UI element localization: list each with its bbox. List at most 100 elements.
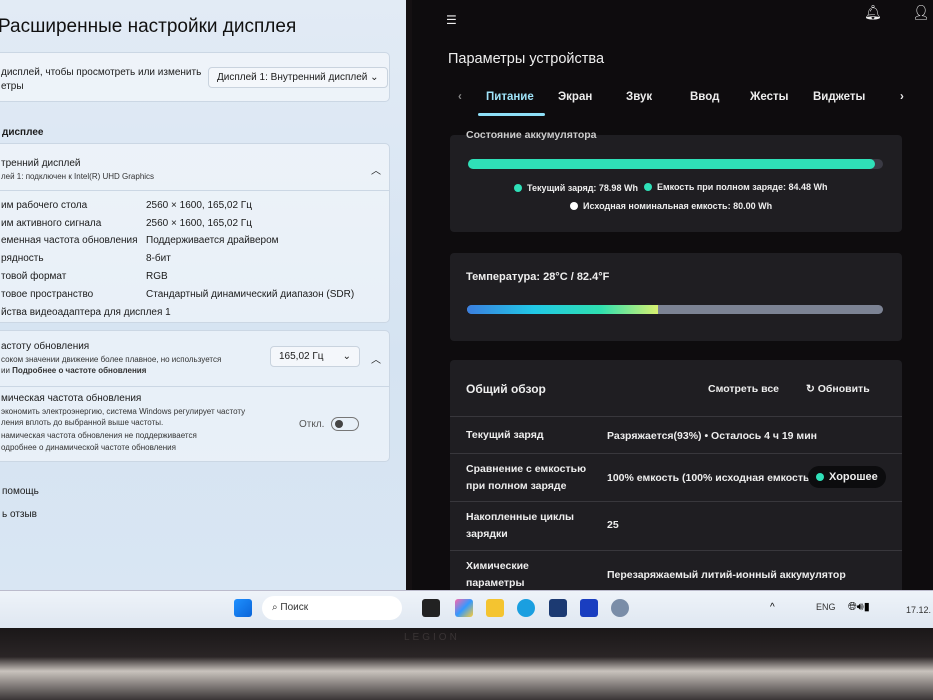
row-key: Текущий заряд — [466, 429, 544, 441]
start-icon[interactable] — [234, 599, 252, 617]
row-key: Сравнение с емкостью при полном заряде — [466, 463, 587, 492]
app-icon[interactable] — [422, 599, 440, 617]
display-dropdown-value: Дисплей 1: Внутренний дисплей — [217, 72, 368, 83]
property-value: 2560 × 1600, 165,02 Гц — [146, 217, 252, 229]
legend-design-capacity: Исходная номинальная емкость: 80.00 Wh — [570, 201, 772, 211]
table-row: Сравнение с емкостью при полном заряде 1… — [450, 453, 902, 501]
property-value: Стандартный динамический диапазон (SDR) — [146, 288, 355, 300]
copilot-icon[interactable] — [455, 599, 473, 617]
row-value: Перезаряжаемый литий-ионный аккумулятор — [607, 569, 846, 581]
laptop-bezel: LEGION — [0, 628, 933, 700]
page-title: Параметры устройства — [448, 51, 605, 67]
temperature-card: Температура: 28°C / 82.4°F — [450, 253, 902, 341]
refresh-rate-dropdown[interactable]: 165,02 Гц ⌄ — [270, 346, 360, 367]
legend-current-charge: Текущий заряд: 78.98 Wh — [514, 183, 638, 193]
property-label: товое пространство — [1, 288, 94, 300]
tab-power[interactable]: Питание — [486, 91, 534, 103]
menu-toggle-icon[interactable]: ☰ — [446, 13, 457, 27]
table-row: Химические параметры аккумулятора Переза… — [450, 550, 902, 592]
lenovo-app-icon[interactable] — [580, 599, 598, 617]
property-label: им активного сигнала — [1, 217, 102, 229]
property-value: 2560 × 1600, 165,02 Гц — [146, 200, 252, 211]
property-label: им рабочего стола — [1, 200, 88, 211]
get-help-link[interactable]: помощь — [2, 486, 39, 497]
dyn-desc-2: ления вплоть до выбранной выше частоты. — [1, 418, 164, 427]
tab-widgets[interactable]: Виджеты — [813, 91, 865, 103]
property-value: Поддерживается драйвером — [146, 235, 279, 247]
chevron-up-icon[interactable]: ︿ — [371, 162, 381, 177]
select-prompt-2: етры — [1, 81, 24, 92]
refresh-desc-2: ии Подробнее о частоте обновления — [1, 366, 146, 375]
table-row: Накопленные циклы зарядки 25 — [450, 501, 902, 550]
dyn-desc-3: намическая частота обновления не поддерж… — [1, 431, 197, 440]
language-indicator[interactable]: ENG — [816, 602, 836, 612]
refresh-label: Обновить — [817, 383, 870, 395]
tab-sound[interactable]: Звук — [626, 91, 652, 103]
user-icon[interactable]: 👤︎ — [912, 4, 930, 21]
store-icon[interactable] — [549, 599, 567, 617]
feedback-link[interactable]: ь отзыв — [2, 509, 37, 520]
active-tab-indicator — [478, 113, 545, 116]
dynamic-refresh-toggle[interactable] — [331, 417, 359, 431]
legend-dot — [514, 184, 522, 192]
adapter-properties-link[interactable]: йства видеоадаптера для дисплея 1 — [1, 307, 171, 318]
search-icon: ⌕ — [272, 602, 278, 613]
property-label: еменная частота обновления — [1, 235, 138, 247]
tab-display[interactable]: Экран — [558, 91, 592, 103]
overview-card: Общий обзор Смотреть все ↻ Обновить Теку… — [450, 360, 902, 592]
tab-gestures[interactable]: Жесты — [750, 91, 789, 103]
legend-full-capacity: Емкость при полном заряде: 84.48 Wh — [644, 182, 827, 192]
dyn-desc-4[interactable]: одробнее о динамической частоте обновлен… — [1, 443, 176, 452]
battery-bar — [468, 159, 883, 169]
taskbar: ⌕ Поиск ^ ENG 🌐︎🔊︎▮ 17.12. — [0, 590, 933, 628]
battery-status-card: Состояние аккумулятора Текущий заряд: 78… — [450, 129, 902, 232]
refresh-button[interactable]: ↻ Обновить — [806, 383, 870, 395]
chevron-up-icon[interactable]: ^ — [770, 602, 775, 613]
refresh-title: астоту обновления — [1, 341, 90, 352]
clock-date[interactable]: 17.12. — [906, 605, 931, 615]
row-key: Химические параметры аккумулятора — [466, 560, 529, 589]
property-label: товой формат — [1, 270, 67, 282]
badge-label: Хорошее — [829, 471, 878, 483]
bell-icon[interactable]: 🔔︎ — [864, 4, 882, 21]
chevron-down-icon: ⌄ — [370, 72, 379, 83]
legend-label: Текущий заряд: 78.98 Wh — [527, 183, 638, 193]
tabs-prev-icon[interactable]: ‹ — [458, 91, 462, 103]
section-heading: дисплее — [2, 127, 44, 138]
tab-input[interactable]: Ввод — [690, 91, 719, 103]
check-icon — [816, 473, 824, 481]
network-volume-battery-icons[interactable]: 🌐︎🔊︎▮ — [848, 600, 870, 614]
display-sub: лей 1: подключен к Intel(R) UHD Graphics — [1, 172, 155, 181]
display-info-card: тренний дисплей лей 1: подключен к Intel… — [0, 143, 390, 323]
dynamic-refresh-title: мическая частота обновления — [1, 393, 142, 404]
property-value: RGB — [146, 270, 168, 282]
view-all-button[interactable]: Смотреть все — [708, 383, 779, 395]
property-label: рядность — [1, 253, 44, 265]
temperature-bar — [467, 305, 883, 314]
legend-label: Исходная номинальная емкость: 80.00 Wh — [583, 201, 773, 211]
refresh-desc-tail: ии — [1, 366, 10, 375]
folder-icon[interactable] — [486, 599, 504, 617]
refresh-rate-card: астоту обновления соком значении движени… — [0, 330, 390, 462]
overview-title: Общий обзор — [466, 382, 546, 396]
battery-bar-fill — [468, 159, 875, 169]
refresh-rate-value: 165,02 Гц — [279, 351, 324, 362]
chevron-up-icon[interactable]: ︿ — [371, 351, 381, 366]
brand-logo: LEGION — [404, 632, 460, 643]
search-box[interactable]: ⌕ Поиск — [262, 596, 402, 620]
temperature-label: Температура: 28°C / 82.4°F — [466, 271, 610, 283]
row-value: 25 — [607, 519, 619, 531]
tabs-next-icon[interactable]: › — [900, 91, 904, 103]
health-badge: Хорошее — [808, 466, 886, 488]
row-key: Накопленные циклы зарядки — [466, 511, 575, 540]
property-value: 8-бит — [146, 253, 171, 265]
refresh-link[interactable]: Подробнее о частоте обновления — [12, 366, 146, 375]
settings-gear-icon[interactable] — [611, 599, 629, 617]
display-dropdown[interactable]: Дисплей 1: Внутренний дисплей ⌄ — [208, 67, 388, 88]
device-settings-window: ☰ 🔔︎ 👤︎ Параметры устройства ‹ Питание Э… — [412, 0, 933, 592]
display-select-card: дисплей, чтобы просмотреть или изменить … — [0, 52, 390, 102]
battery-title: Состояние аккумулятора — [466, 129, 597, 141]
edge-icon[interactable] — [517, 599, 535, 617]
page-title: Расширенные настройки дисплея — [0, 16, 297, 37]
row-value: 100% емкость (100% исходная емкость) — [607, 472, 813, 484]
